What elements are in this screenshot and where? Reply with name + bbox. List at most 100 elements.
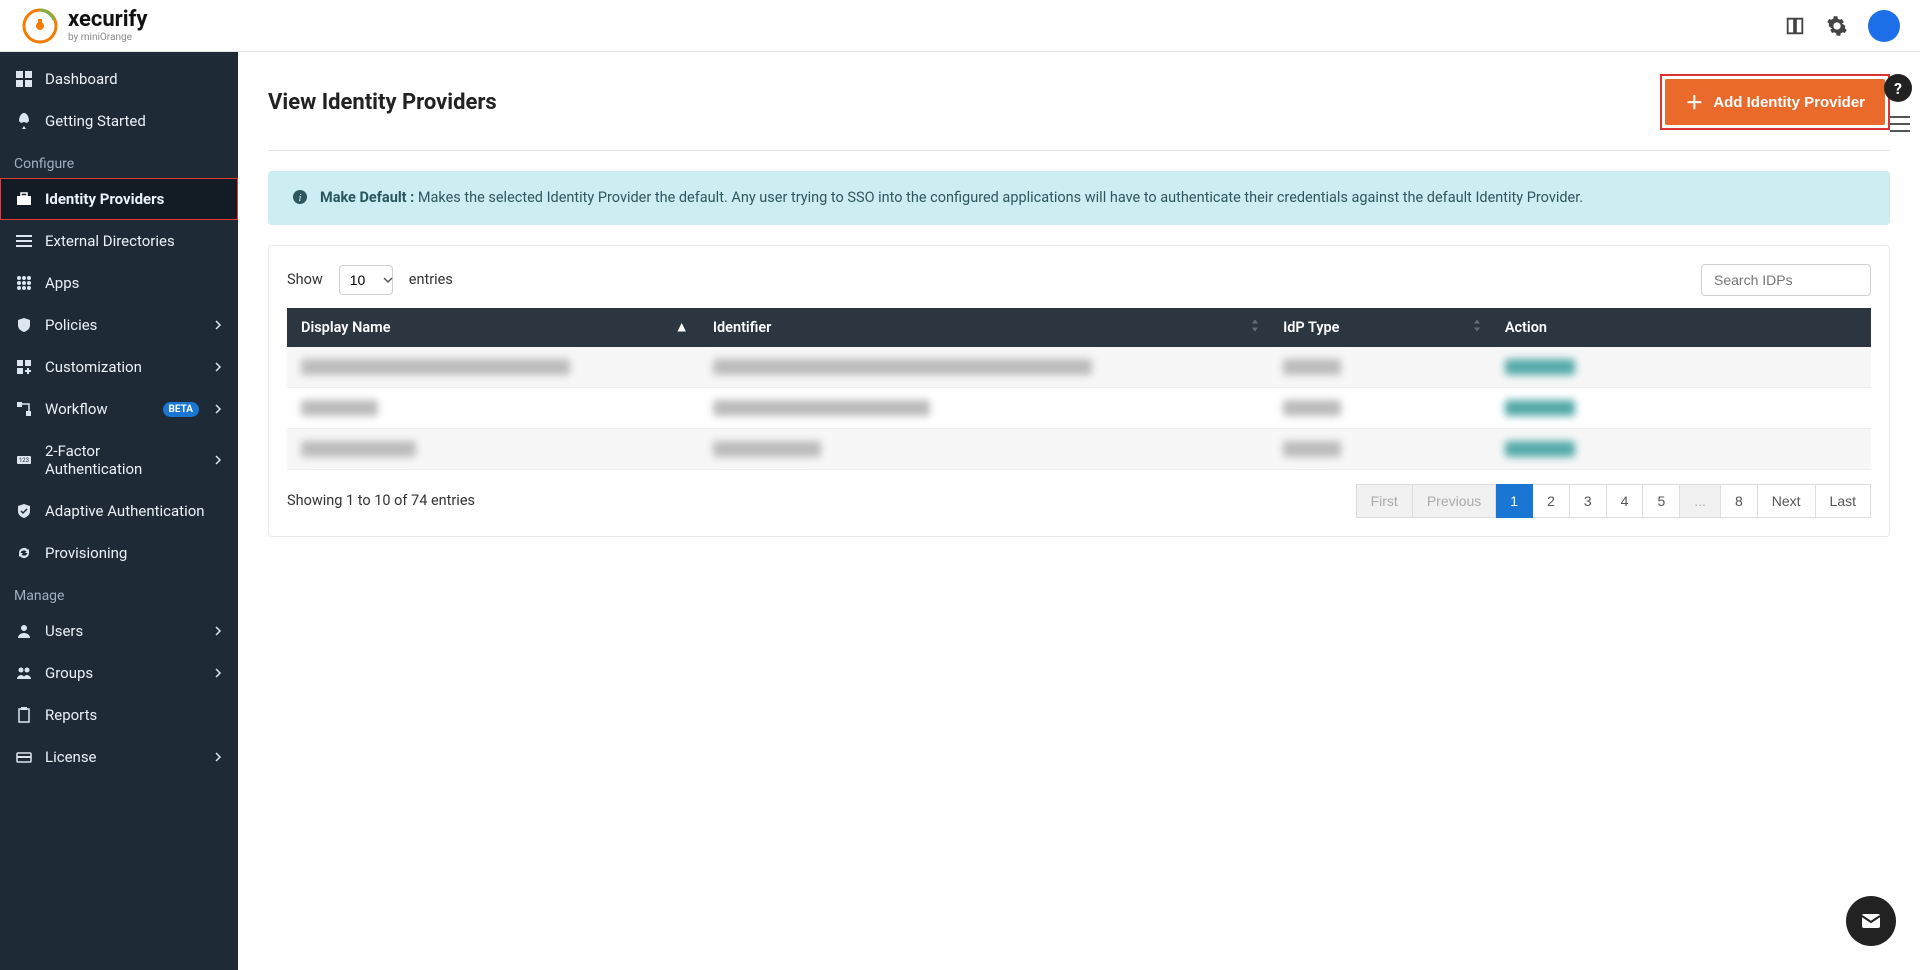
table-footer: Showing 1 to 10 of 74 entries — [287, 492, 475, 509]
chat-button[interactable] — [1846, 896, 1896, 946]
sidebar-item-label: Getting Started — [45, 112, 223, 130]
sidebar-item-label: Reports — [45, 706, 223, 724]
page-3[interactable]: 3 — [1570, 484, 1607, 518]
blurred-cell — [713, 441, 821, 457]
blurred-cell — [1505, 441, 1575, 457]
page-8[interactable]: 8 — [1721, 484, 1758, 518]
help-button[interactable]: ? — [1884, 74, 1912, 102]
sidebar-item-identity-providers[interactable]: Identity Providers — [0, 178, 238, 220]
page-prev[interactable]: Previous — [1413, 484, 1496, 518]
dashboard-icon — [15, 70, 33, 88]
side-toggle[interactable] — [1890, 116, 1910, 136]
sidebar-item-policies[interactable]: Policies — [0, 304, 238, 346]
sidebar-item-label: Customization — [45, 358, 201, 376]
topbar: xecurify by miniOrange — [0, 0, 1920, 52]
chevron-right-icon — [213, 752, 223, 762]
page-5[interactable]: 5 — [1643, 484, 1680, 518]
sync-icon — [15, 544, 33, 562]
page-4[interactable]: 4 — [1607, 484, 1644, 518]
col-idp-type[interactable]: IdP Type — [1269, 308, 1491, 347]
list-icon — [15, 232, 33, 250]
blurred-cell — [1505, 359, 1575, 375]
sidebar-item-label: Adaptive Authentication — [45, 502, 223, 520]
blurred-cell — [1283, 400, 1341, 416]
sidebar-item-label: Groups — [45, 664, 201, 682]
user-icon — [15, 622, 33, 640]
add-btn-label: Add Identity Provider — [1713, 94, 1865, 111]
add-identity-provider-button[interactable]: ＋ Add Identity Provider — [1665, 79, 1885, 125]
chevron-right-icon — [213, 668, 223, 678]
page-ellipsis: ... — [1680, 484, 1721, 518]
sidebar-item-label: Policies — [45, 316, 201, 334]
rocket-icon — [15, 112, 33, 130]
avatar[interactable] — [1868, 10, 1900, 42]
sidebar-item-users[interactable]: Users — [0, 610, 238, 652]
blurred-cell — [301, 441, 416, 457]
sidebar-item-getting-started[interactable]: Getting Started — [0, 100, 238, 142]
sidebar-item-customization[interactable]: Customization — [0, 346, 238, 388]
alert-text: Makes the selected Identity Provider the… — [414, 189, 1583, 206]
briefcase-icon — [15, 190, 33, 208]
logo-icon — [20, 6, 60, 46]
chevron-right-icon — [213, 320, 223, 330]
card-icon — [15, 748, 33, 766]
table-card: Show 10 entries Display Name▲ Ide — [268, 245, 1890, 537]
section-manage: Manage — [0, 574, 238, 610]
pagination: First Previous 1 2 3 4 5 ... 8 Next Last — [1356, 484, 1871, 518]
sidebar-item-label: Provisioning — [45, 544, 223, 562]
blurred-cell — [301, 359, 570, 375]
col-display-name[interactable]: Display Name▲ — [287, 308, 699, 347]
add-idp-highlight: ＋ Add Identity Provider — [1660, 74, 1890, 130]
brand-sub: by miniOrange — [68, 33, 147, 43]
sidebar-item-external-directories[interactable]: External Directories — [0, 220, 238, 262]
sidebar-item-2fa[interactable]: 123 2-Factor Authentication — [0, 430, 238, 490]
sidebar-item-label: Apps — [45, 274, 223, 292]
num-icon: 123 — [15, 451, 33, 469]
page-2[interactable]: 2 — [1533, 484, 1570, 518]
sidebar-item-label: Dashboard — [45, 70, 223, 88]
sidebar-item-adaptive-auth[interactable]: Adaptive Authentication — [0, 490, 238, 532]
alert-strong: Make Default : — [320, 189, 414, 206]
page-last[interactable]: Last — [1816, 484, 1871, 518]
entries-select[interactable]: 10 — [339, 265, 393, 295]
shield-icon — [15, 316, 33, 334]
grid-icon — [15, 274, 33, 292]
chevron-right-icon — [213, 455, 223, 465]
col-identifier[interactable]: Identifier — [699, 308, 1269, 347]
page-next[interactable]: Next — [1758, 484, 1816, 518]
table-row — [287, 428, 1871, 469]
docs-icon[interactable] — [1784, 15, 1806, 37]
show-label: Show — [287, 271, 323, 288]
table-row — [287, 387, 1871, 428]
sidebar-item-license[interactable]: License — [0, 736, 238, 778]
plus-icon: ＋ — [1685, 89, 1703, 115]
blurred-cell — [1283, 359, 1341, 375]
sidebar-item-label: 2-Factor Authentication — [45, 442, 201, 478]
entries-label: entries — [409, 271, 453, 288]
info-icon: i — [292, 189, 308, 205]
sidebar-item-label: License — [45, 748, 201, 766]
sidebar-item-reports[interactable]: Reports — [0, 694, 238, 736]
logo[interactable]: xecurify by miniOrange — [20, 6, 147, 46]
divider — [268, 150, 1890, 151]
flow-icon — [15, 400, 33, 418]
sidebar-item-dashboard[interactable]: Dashboard — [0, 58, 238, 100]
page-first[interactable]: First — [1356, 484, 1413, 518]
sidebar-item-groups[interactable]: Groups — [0, 652, 238, 694]
verify-icon — [15, 502, 33, 520]
sidebar-item-apps[interactable]: Apps — [0, 262, 238, 304]
chevron-right-icon — [213, 404, 223, 414]
sidebar-item-workflow[interactable]: Workflow BETA — [0, 388, 238, 430]
info-alert: i Make Default : Makes the selected Iden… — [268, 171, 1890, 225]
page-1[interactable]: 1 — [1496, 484, 1533, 518]
sidebar-item-provisioning[interactable]: Provisioning — [0, 532, 238, 574]
blurred-cell — [713, 359, 1093, 375]
chevron-right-icon — [213, 626, 223, 636]
search-input[interactable] — [1701, 264, 1871, 296]
sidebar-item-label: Identity Providers — [45, 190, 223, 208]
blurred-cell — [1505, 400, 1575, 416]
section-configure: Configure — [0, 142, 238, 178]
gear-icon[interactable] — [1826, 15, 1848, 37]
menu-icon — [1890, 116, 1910, 132]
sidebar-item-label: Workflow — [45, 400, 151, 418]
